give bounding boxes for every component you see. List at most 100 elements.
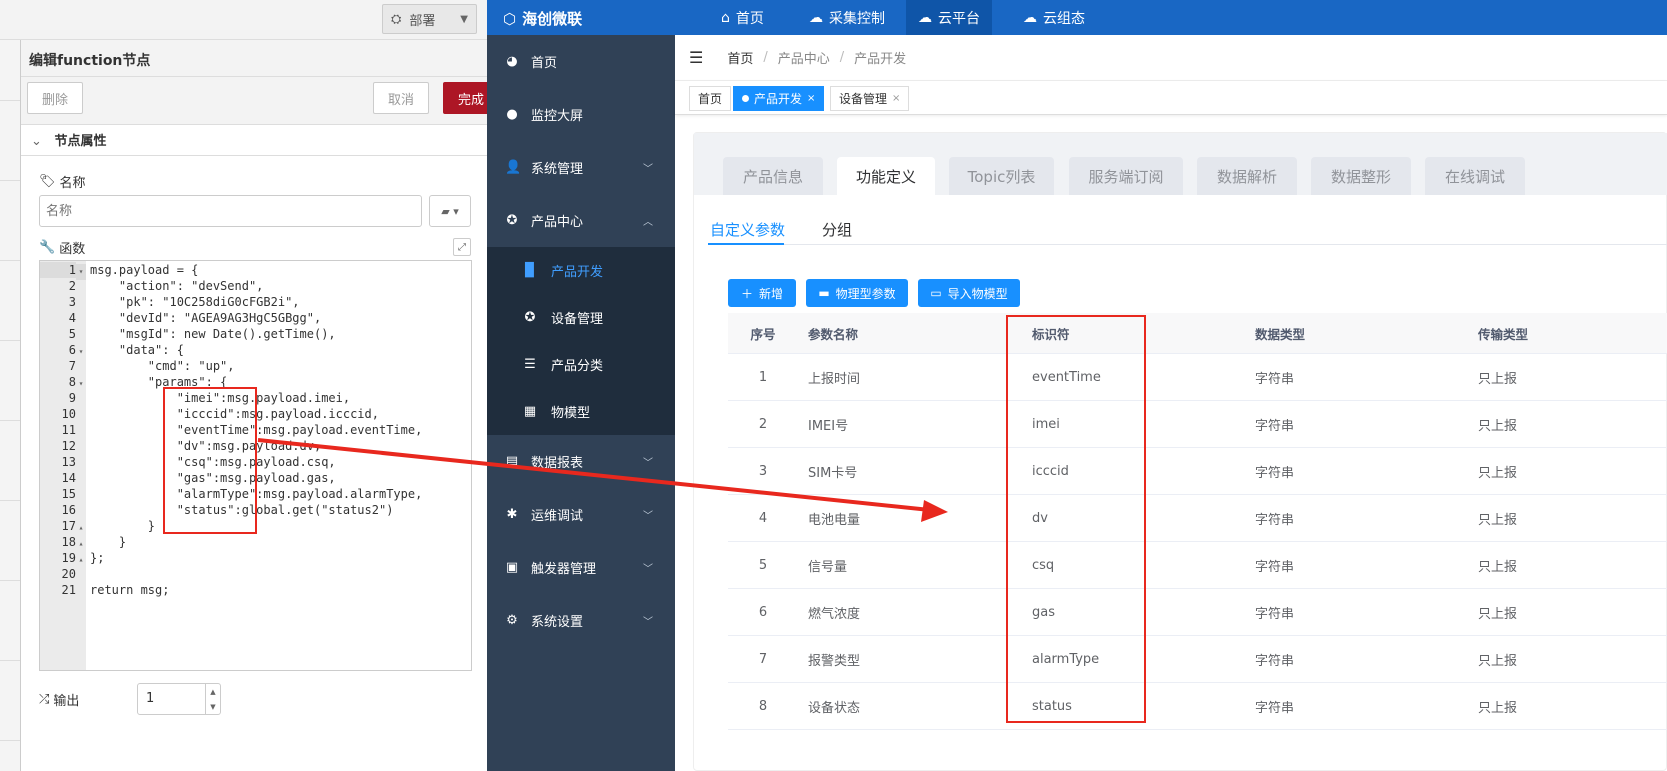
code-line[interactable]: 7 "cmd": "up",	[40, 358, 471, 374]
cancel-button[interactable]: 取消	[373, 82, 429, 114]
line-number: 21	[61, 583, 76, 597]
sidebar-sub-category[interactable]: ☰ 产品分类	[487, 341, 675, 388]
tab-topic-list[interactable]: Topic列表	[949, 157, 1054, 195]
sidebar-item-home[interactable]: ◕ 首页	[487, 35, 675, 88]
code-line[interactable]: 5 "msgId": new Date().getTime(),	[40, 326, 471, 342]
topnav-collect[interactable]: ☁ 采集控制	[797, 0, 897, 35]
code-line[interactable]: 1 ▾ msg.payload = {	[40, 262, 471, 280]
topnav-scada[interactable]: ☁ 云组态	[1011, 0, 1097, 35]
app-logo[interactable]: ⬡ 海创微联	[503, 8, 582, 29]
deploy-button[interactable]: ⛭ 部署 ▼	[382, 4, 477, 34]
sidebar-item-monitor[interactable]: ● 监控大屏	[487, 88, 675, 141]
table-row[interactable]: 3 SIM卡号 icccid 字符串 只上报	[728, 448, 1667, 495]
subtab-custom-params[interactable]: 自定义参数	[710, 219, 785, 240]
editor-title: 编辑function节点	[21, 40, 520, 77]
code-line[interactable]: 18 ▴ }	[40, 534, 471, 550]
code-line[interactable]: 19 ▴};	[40, 550, 471, 566]
tag-home[interactable]: 首页	[689, 86, 732, 111]
chevron-down-icon: ﹀	[643, 617, 653, 628]
globe-icon: ●	[506, 107, 518, 122]
sidebar-sub-label: 设备管理	[551, 312, 604, 327]
sidebar-sub-label: 产品开发	[551, 265, 604, 280]
code-line[interactable]: 6 ▾ "data": {	[40, 342, 471, 358]
table-row[interactable]: 1 上报时间 eventTime 字符串 只上报	[728, 354, 1667, 401]
subtab-group[interactable]: 分组	[822, 219, 852, 240]
cell-transfer-type: 只上报	[1478, 559, 1518, 575]
code-text: return msg;	[90, 583, 170, 597]
expand-editor-button[interactable]: ⤢	[453, 238, 471, 256]
code-text: "data": {	[90, 343, 184, 357]
line-number: 9	[68, 391, 76, 405]
name-input[interactable]	[39, 195, 422, 227]
sidebar-item-trigger[interactable]: ▣ 触发器管理 ﹀	[487, 541, 675, 594]
logo-text: 海创微联	[522, 10, 583, 28]
table-row[interactable]: 2 IMEI号 imei 字符串 只上报	[728, 401, 1667, 448]
topnav-cloud[interactable]: ☁ 云平台	[906, 0, 992, 35]
cloud-link-icon: ☁	[1023, 9, 1037, 26]
tag-device[interactable]: 设备管理 ×	[830, 86, 910, 111]
tab-data-parse[interactable]: 数据解析	[1197, 157, 1297, 195]
up-icon[interactable]: ▲	[210, 688, 215, 696]
stepper-arrows[interactable]: ▲ ▼	[205, 684, 220, 714]
delete-button[interactable]: 删除	[27, 82, 83, 114]
tab-function-def[interactable]: 功能定义	[837, 157, 935, 195]
import-model-button[interactable]: ▭ 导入物模型	[918, 279, 1020, 307]
cell-transfer-type: 只上报	[1478, 606, 1518, 622]
line-number: 8	[68, 375, 76, 389]
code-line[interactable]: 2 "action": "devSend",	[40, 278, 471, 294]
icon-select-button[interactable]: ▰ ▾	[429, 195, 471, 227]
table-row[interactable]: 4 电池电量 dv 字符串 只上报	[728, 495, 1667, 542]
main-area: ☰ 首页 / 产品中心 / 产品开发 首页 产品开发 × 设备管理 × 产品信息 功…	[675, 35, 1667, 771]
code-line[interactable]: 21 return msg;	[40, 582, 471, 598]
add-button[interactable]: ＋ 新增	[728, 279, 796, 307]
topnav-home[interactable]: ⌂ 首页	[709, 0, 776, 35]
grid-icon: ▦	[523, 404, 537, 419]
tab-server-subscribe[interactable]: 服务端订阅	[1069, 157, 1183, 195]
sidebar-sub-device[interactable]: ✪ 设备管理	[487, 294, 675, 341]
breadcrumb-home[interactable]: 首页	[727, 48, 753, 67]
tag-label: 首页	[698, 92, 723, 106]
chevron-down-icon[interactable]: ▼	[460, 14, 468, 25]
import-label: 导入物模型	[947, 286, 1008, 301]
cell-transfer-type: 只上报	[1478, 512, 1518, 528]
sidebar-sub-product-dev[interactable]: ▉ 产品开发	[487, 247, 675, 294]
tab-data-shape[interactable]: 数据整形	[1311, 157, 1411, 195]
settings-icon: ⚙	[506, 613, 518, 628]
close-icon[interactable]: ×	[892, 93, 900, 104]
sidebar-item-system[interactable]: 👤 系统管理 ﹀	[487, 141, 675, 194]
code-line[interactable]: 20	[40, 566, 471, 582]
breadcrumb-product-center[interactable]: 产品中心	[778, 48, 830, 67]
code-text: "pk": "10C258diG0cFGB2i",	[90, 295, 300, 309]
cell-data-type: 字符串	[1255, 606, 1295, 622]
header-param-name: 参数名称	[808, 326, 859, 342]
code-text: "msgId": new Date().getTime(),	[90, 327, 336, 341]
breadcrumb-separator: /	[839, 50, 845, 65]
params-table: 序号 参数名称 标识符 数据类型 传输类型 1 上报时间 eventTime 字符串只…	[728, 313, 1667, 730]
line-number: 5	[68, 327, 76, 341]
device-icon: ✪	[524, 310, 536, 325]
table-row[interactable]: 8 设备状态 status 字符串 只上报	[728, 683, 1667, 730]
table-row[interactable]: 6 燃气浓度 gas 字符串 只上报	[728, 589, 1667, 636]
line-number: 6	[68, 343, 76, 357]
code-line[interactable]: 3 "pk": "10C258diG0cFGB2i",	[40, 294, 471, 310]
table-row[interactable]: 5 信号量 csq 字符串 只上报	[728, 542, 1667, 589]
menu-toggle-icon[interactable]: ☰	[689, 48, 703, 67]
tab-online-debug[interactable]: 在线调试	[1425, 157, 1525, 195]
node-properties-section[interactable]: ⌄ 节点属性	[21, 120, 521, 156]
code-line[interactable]: 4 "devId": "AGEA9AG3HgC5GBgg",	[40, 310, 471, 326]
sidebar-sub-model[interactable]: ▦ 物模型	[487, 388, 675, 435]
user-icon: 👤	[505, 160, 522, 175]
sidebar-item-reports[interactable]: ▤ 数据报表 ﹀	[487, 435, 675, 488]
function-node-editor: 编辑function节点 删除 取消 完成 ⌄ 节点属性 🏷 名称 ▰ ▾ 🔧 …	[20, 40, 521, 771]
table-row[interactable]: 7 报警类型 alarmType 字符串 只上报	[728, 636, 1667, 683]
tag-product-dev[interactable]: 产品开发 ×	[733, 86, 825, 111]
tab-product-info[interactable]: 产品信息	[723, 157, 823, 195]
sidebar-item-settings[interactable]: ⚙ 系统设置 ﹀	[487, 594, 675, 647]
cell-index: 7	[758, 651, 768, 667]
down-icon[interactable]: ▼	[210, 703, 215, 711]
sidebar-item-product-center[interactable]: ✪ 产品中心 ︿	[487, 194, 675, 247]
close-icon[interactable]: ×	[807, 93, 815, 104]
model-params-button[interactable]: ▬ 物理型参数	[806, 279, 908, 307]
topnav-label: 云组态	[1043, 10, 1085, 27]
sidebar-item-debug[interactable]: ✱ 运维调试 ﹀	[487, 488, 675, 541]
